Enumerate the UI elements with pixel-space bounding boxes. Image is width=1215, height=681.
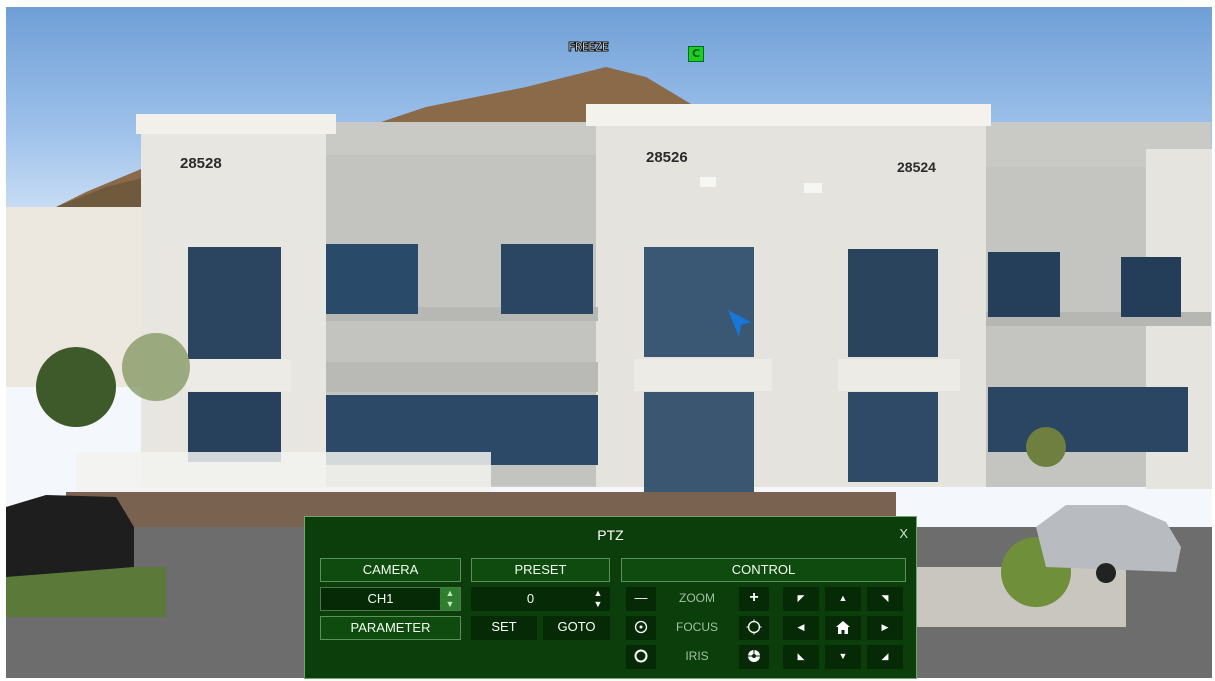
camera-channel-value: CH1 — [367, 591, 394, 606]
close-button[interactable]: X — [899, 526, 908, 541]
preset-number-input[interactable]: 0 ▲ ▼ — [471, 587, 610, 611]
arrow-up-left-icon: ◤ — [797, 593, 805, 603]
arrow-up-right-icon: ◥ — [881, 593, 889, 603]
ptz-title: PTZ — [597, 527, 624, 543]
pan-down-right-button[interactable]: ◢ — [867, 645, 903, 669]
pan-up-right-button[interactable]: ◥ — [867, 587, 903, 611]
building-number-28526: 28526 — [646, 149, 688, 166]
zoom-out-button[interactable]: — — [626, 587, 656, 611]
ptz-panel: PTZ X CAMERA CH1 ▲ ▼ PARAMETER PRESET 0 ▲… — [304, 516, 917, 679]
camera-channel-select[interactable]: CH1 ▲ ▼ — [320, 587, 461, 611]
building-number-28528: 28528 — [180, 155, 222, 172]
camera-header: CAMERA — [320, 558, 461, 582]
focus-far-icon — [746, 619, 762, 635]
channel-status-badge: C — [688, 46, 704, 62]
pan-up-left-button[interactable]: ◤ — [783, 587, 819, 611]
iris-open-icon — [748, 650, 760, 662]
zoom-label: ZOOM — [679, 591, 715, 605]
goto-button[interactable]: GOTO — [543, 616, 610, 640]
iris-close-icon — [634, 649, 648, 663]
iris-label: IRIS — [685, 649, 709, 663]
focus-far-button[interactable] — [739, 616, 769, 640]
building-number-28524: 28524 — [897, 159, 936, 175]
focus-label: FOCUS — [676, 620, 718, 634]
home-icon — [836, 621, 850, 634]
arrow-left-icon: ◀ — [797, 622, 805, 632]
arrow-down-right-icon: ◢ — [881, 651, 889, 661]
set-button[interactable]: SET — [471, 616, 537, 640]
channel-spin-icon[interactable]: ▲ ▼ — [440, 588, 460, 610]
iris-open-button[interactable] — [739, 645, 769, 669]
pan-down-button[interactable]: ▼ — [825, 645, 861, 669]
arrow-up-icon: ▲ — [838, 593, 848, 603]
preset-value: 0 — [526, 591, 535, 606]
preset-header: PRESET — [471, 558, 610, 582]
freeze-indicator: FREEZE — [567, 40, 609, 55]
pan-down-left-button[interactable]: ◣ — [783, 645, 819, 669]
home-button[interactable] — [825, 616, 861, 640]
preset-spin-icon[interactable]: ▲ ▼ — [591, 588, 605, 610]
arrow-down-icon: ▼ — [838, 651, 848, 661]
arrow-down-left-icon: ◣ — [797, 651, 805, 661]
parameter-button[interactable]: PARAMETER — [320, 616, 461, 640]
focus-near-button[interactable] — [626, 616, 656, 640]
pan-right-button[interactable]: ▶ — [867, 616, 903, 640]
zoom-in-button[interactable]: + — [739, 587, 769, 611]
focus-near-icon — [634, 620, 648, 634]
pan-left-button[interactable]: ◀ — [783, 616, 819, 640]
pan-up-button[interactable]: ▲ — [825, 587, 861, 611]
control-header: CONTROL — [621, 558, 906, 582]
arrow-right-icon: ▶ — [881, 622, 889, 632]
iris-close-button[interactable] — [626, 645, 656, 669]
